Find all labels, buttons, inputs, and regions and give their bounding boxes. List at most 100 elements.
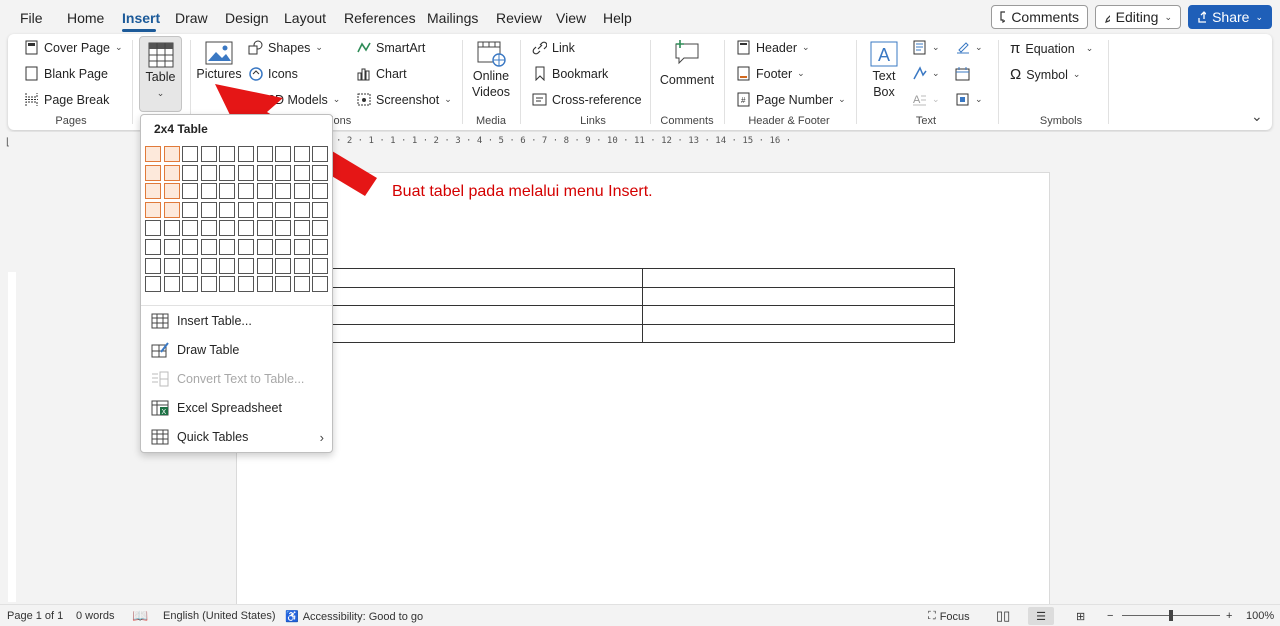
date-time-button[interactable] [955,66,970,81]
grid-cell[interactable] [237,257,254,274]
language-status[interactable]: English (United States) [163,610,276,622]
grid-cell[interactable] [219,276,236,293]
page-number-button[interactable]: # Page Number ⌄ [736,92,846,107]
grid-cell[interactable] [293,146,310,162]
bookmark-button[interactable]: Bookmark [532,66,608,81]
grid-cell[interactable] [182,238,199,255]
grid-cell[interactable] [200,146,217,162]
tab-home[interactable]: Home [67,10,104,26]
grid-cell[interactable] [293,238,310,255]
wordart-button[interactable]: ⌄ [912,66,940,81]
signature-line-button[interactable]: ⌄ [955,40,983,55]
grid-cell[interactable] [163,257,180,274]
zoom-level[interactable]: 100% [1246,610,1274,622]
page-break-button[interactable]: Page Break [24,92,109,107]
grid-cell[interactable] [312,238,329,255]
grid-cell[interactable] [256,238,273,255]
icons-button[interactable]: Icons [248,66,298,81]
share-button[interactable]: Share ⌄ [1188,5,1272,29]
quick-parts-button[interactable]: ⌄ [912,40,940,55]
header-button[interactable]: Header ⌄ [736,40,810,55]
tab-design[interactable]: Design [225,10,269,26]
document-page[interactable] [236,172,1050,612]
editing-mode-button[interactable]: Editing ⌄ [1095,5,1181,29]
grid-cell[interactable] [182,183,199,200]
zoom-slider-thumb[interactable] [1169,610,1173,621]
equation-button[interactable]: π Equation ⌄ [1010,40,1093,57]
grid-cell[interactable] [275,238,292,255]
grid-cell[interactable] [219,257,236,274]
grid-cell[interactable] [182,220,199,237]
grid-cell[interactable] [219,146,236,162]
text-box-button[interactable]: A Text Box [866,40,902,100]
grid-cell[interactable] [275,201,292,218]
chart-button[interactable]: Chart [356,66,407,81]
grid-cell[interactable] [275,183,292,200]
tab-file[interactable]: File [20,10,43,26]
blank-page-button[interactable]: Blank Page [24,66,108,81]
table-cell[interactable] [642,286,955,306]
grid-cell[interactable] [275,146,292,162]
zoom-out-icon[interactable]: − [1107,610,1113,622]
grid-cell[interactable] [293,183,310,200]
grid-cell[interactable] [237,238,254,255]
tab-review[interactable]: Review [496,10,542,26]
read-mode-icon[interactable]: ▯▯ [996,608,1010,624]
table-cell[interactable] [642,323,955,343]
grid-cell[interactable] [163,276,180,293]
grid-cell[interactable] [200,164,217,181]
grid-cell[interactable] [145,146,161,162]
grid-cell[interactable] [237,220,254,237]
quick-tables-menu-item[interactable]: Quick Tables [151,426,248,448]
grid-cell[interactable] [312,276,329,293]
grid-cell[interactable] [293,201,310,218]
grid-cell[interactable] [182,276,199,293]
grid-cell[interactable] [312,146,329,162]
grid-cell[interactable] [219,164,236,181]
grid-cell[interactable] [256,146,273,162]
grid-cell[interactable] [163,183,180,200]
proofing-icon[interactable]: 📖 [132,608,148,624]
table-cell[interactable] [330,305,643,325]
page-count[interactable]: Page 1 of 1 [7,610,63,622]
grid-cell[interactable] [275,164,292,181]
tab-view[interactable]: View [556,10,586,26]
footer-button[interactable]: Footer ⌄ [736,66,805,81]
tab-stop-selector-icon[interactable]: ⌊ [6,137,10,148]
grid-cell[interactable] [163,146,180,162]
grid-cell[interactable] [293,220,310,237]
grid-cell[interactable] [237,164,254,181]
grid-cell[interactable] [163,201,180,218]
grid-cell[interactable] [237,146,254,162]
table-cell[interactable] [330,286,643,306]
grid-cell[interactable] [145,257,161,274]
table-cell[interactable] [642,268,955,288]
accessibility-status[interactable]: ♿ Accessibility: Good to go [285,610,423,624]
grid-cell[interactable] [237,183,254,200]
smartart-button[interactable]: SmartArt [356,40,425,55]
grid-cell[interactable] [293,257,310,274]
draw-table-menu-item[interactable]: Draw Table [151,339,239,361]
shapes-button[interactable]: Shapes ⌄ [248,40,323,55]
grid-cell[interactable] [145,220,161,237]
print-layout-icon[interactable]: ☰ [1028,607,1054,625]
grid-cell[interactable] [293,164,310,181]
cross-reference-button[interactable]: Cross-reference [532,92,642,107]
table-button[interactable]: Table ⌄ [139,36,182,112]
grid-cell[interactable] [145,201,161,218]
tab-layout[interactable]: Layout [284,10,326,26]
grid-cell[interactable] [200,276,217,293]
grid-cell[interactable] [182,164,199,181]
grid-cell[interactable] [256,164,273,181]
grid-cell[interactable] [200,201,217,218]
web-layout-icon[interactable]: ⊞ [1076,610,1085,623]
grid-cell[interactable] [145,276,161,293]
object-button[interactable]: ⌄ [955,92,983,107]
comments-button[interactable]: Comments [991,5,1088,29]
grid-cell[interactable] [275,276,292,293]
insert-table-menu-item[interactable]: Insert Table... [151,310,252,332]
word-count[interactable]: 0 words [76,610,115,622]
tab-insert[interactable]: Insert [122,10,160,26]
tab-mailings[interactable]: Mailings [427,10,478,26]
tab-help[interactable]: Help [603,10,632,26]
